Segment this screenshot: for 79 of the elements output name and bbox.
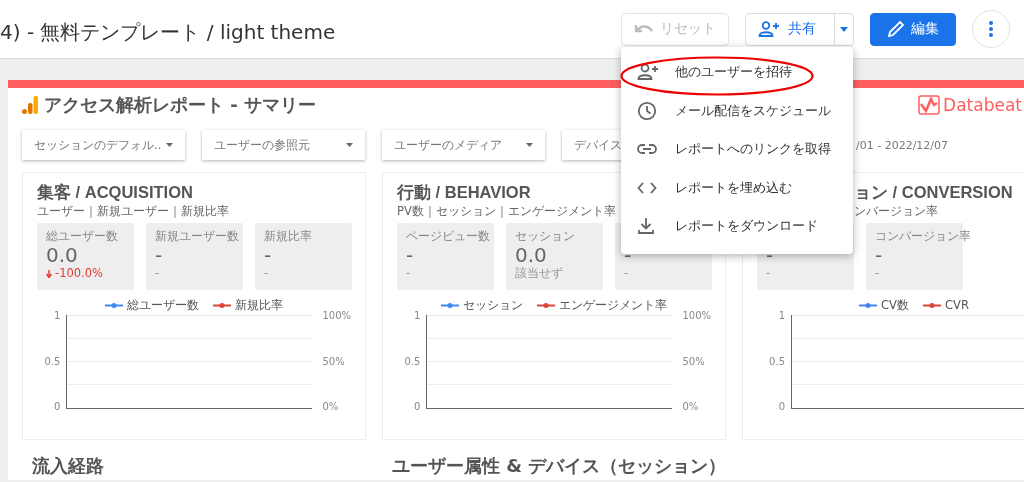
scorecard-delta: - — [264, 267, 269, 280]
scorecard-value: 0.0 — [46, 244, 78, 267]
axis-tick-label: 0% — [682, 401, 700, 412]
axis-tick-label: 0 — [414, 401, 421, 412]
section-title: 集客 / ACQUISITION — [37, 182, 193, 203]
scorecard-delta: - — [766, 267, 771, 280]
menu-item[interactable]: レポートをダウンロード — [621, 207, 853, 246]
scorecard-delta: - — [875, 267, 880, 280]
legend-label: CVR — [945, 298, 969, 313]
caret-icon — [840, 26, 848, 32]
filter-dropdown[interactable]: セッションのデフォル.. — [22, 130, 185, 160]
logo-mark-icon — [918, 95, 941, 115]
filter-dropdown[interactable]: ユーザーのメディア — [382, 130, 545, 160]
section-title: ユーザー属性 & デバイス（セッション） — [391, 454, 726, 478]
section-subtitle: ユーザー｜新規ユーザー｜新規比率 — [37, 204, 229, 219]
scorecard-value: - — [624, 244, 632, 267]
menu-item[interactable]: 他のユーザーを招待 — [621, 53, 853, 92]
edit-button[interactable]: 編集 — [870, 12, 956, 46]
link-icon — [637, 143, 657, 156]
axis-tick-label: 50% — [322, 355, 346, 367]
scorecard-label: 総ユーザー数 — [46, 229, 118, 244]
axis-tick-label: 0.5 — [44, 355, 61, 367]
scorecard-delta: -100.0% — [55, 267, 103, 280]
axis-tick-label: 0.5 — [769, 355, 785, 367]
axis-tick-label: 100% — [322, 310, 351, 321]
axis-tick-label: 0 — [54, 401, 61, 412]
legend-label: セッション — [463, 298, 523, 313]
section-title: ョン / CONVERSION — [854, 182, 1013, 203]
person-add-icon — [758, 21, 780, 37]
scorecard-value: 0.0 — [515, 244, 547, 267]
axis-tick-label: 1 — [54, 310, 61, 321]
legend-label: エンゲージメント率 — [559, 298, 667, 313]
scorecard-value: - — [155, 244, 163, 267]
caret-icon — [346, 143, 353, 147]
brand-logo: Databeat — [918, 95, 1022, 115]
axis-tick-label: 0.5 — [404, 355, 421, 367]
axis-tick-label: 0 — [778, 401, 785, 412]
scorecard-delta: 該当せず — [515, 267, 563, 280]
axis-tick-label: 50% — [682, 355, 706, 367]
more-vertical-icon — [989, 21, 993, 37]
scorecard-label: 新規比率 — [264, 229, 312, 244]
section-subtitle: ンバージョン率 — [854, 204, 938, 219]
scorecard-label: 新規ユーザー数 — [155, 229, 239, 244]
report-title: 4) - 無料テンプレート / light theme — [0, 18, 337, 46]
section-title: 行動 / BEHAVIOR — [397, 182, 531, 203]
caret-icon — [526, 143, 533, 147]
menu-item[interactable]: レポートを埋め込む — [621, 168, 853, 207]
download-icon — [637, 217, 655, 236]
axis-tick-label: 1 — [414, 310, 421, 321]
caret-icon — [166, 143, 173, 147]
more-button[interactable] — [972, 10, 1010, 48]
legend-label: CV数 — [881, 298, 909, 313]
legend-label: 新規比率 — [235, 298, 283, 313]
menu-item[interactable]: メール配信をスケジュール — [621, 91, 853, 130]
pencil-icon — [887, 20, 905, 38]
section-subtitle: PV数｜セッション｜エンゲージメント率 — [397, 204, 616, 219]
clock-icon — [637, 100, 657, 121]
scorecard-delta: - — [406, 267, 411, 280]
scorecard-value: - — [766, 244, 774, 267]
scorecard-value: - — [264, 244, 272, 267]
legend-label: 総ユーザー数 — [127, 298, 199, 313]
scorecard-value: - — [406, 244, 414, 267]
filter-dropdown[interactable]: ユーザーの参照元 — [202, 130, 365, 160]
section-title: 流入経路 — [31, 454, 105, 478]
axis-tick-label: 1 — [778, 310, 785, 321]
scorecard-label: ページビュー数 — [406, 229, 490, 244]
axis-tick-label: 0% — [322, 401, 340, 412]
axis-tick-label: 100% — [682, 310, 711, 321]
scorecard-delta: - — [155, 267, 160, 280]
undo-icon — [634, 23, 654, 35]
scorecard-label: セッション — [515, 229, 575, 244]
scorecard-delta: - — [624, 267, 629, 280]
analytics-logo-icon — [22, 96, 38, 114]
menu-item[interactable]: レポートへのリンクを取得 — [621, 130, 853, 169]
report-heading: アクセス解析レポート - サマリー — [44, 93, 316, 117]
code-icon — [637, 180, 657, 195]
scorecard-label: コンバージョン率 — [875, 229, 971, 244]
scorecard-value: - — [875, 244, 883, 267]
person-add-icon — [637, 63, 659, 82]
